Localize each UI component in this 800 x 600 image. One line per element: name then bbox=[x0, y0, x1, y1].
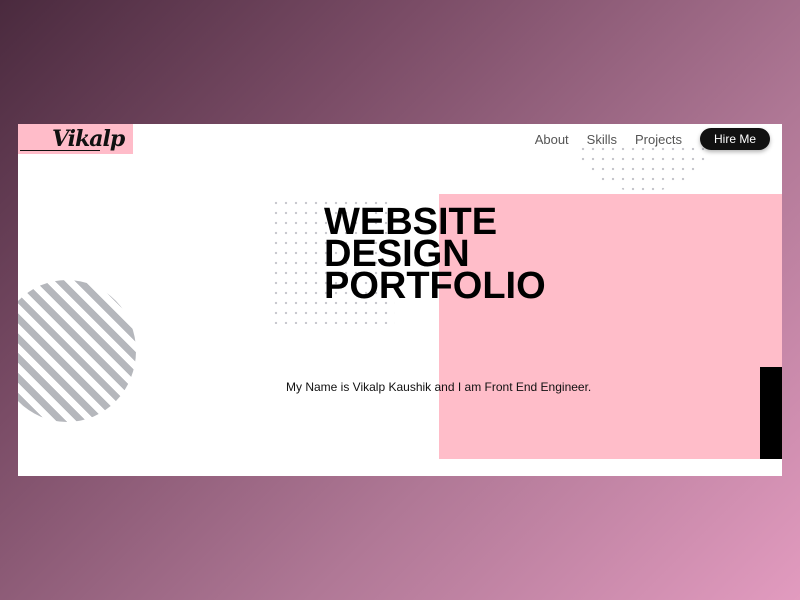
hero-tagline: My Name is Vikalp Kaushik and I am Front… bbox=[286, 380, 592, 394]
logo-underline bbox=[20, 150, 100, 151]
logo[interactable]: Vikalp bbox=[18, 124, 133, 154]
headline-line-3: PORTFOLIO bbox=[324, 265, 546, 307]
black-bar-decoration bbox=[760, 367, 782, 459]
nav-link-skills[interactable]: Skills bbox=[587, 132, 617, 147]
main-nav: About Skills Projects Hire Me bbox=[535, 127, 770, 151]
hire-me-button[interactable]: Hire Me bbox=[699, 128, 770, 150]
nav-link-about[interactable]: About bbox=[535, 132, 569, 147]
striped-circle-decoration bbox=[18, 280, 136, 422]
logo-text: Vikalp bbox=[52, 126, 125, 152]
hero-headline: WEBSITE DESIGN PORTFOLIO bbox=[324, 203, 546, 307]
portfolio-page: Vikalp About Skills Projects Hire Me WEB… bbox=[18, 124, 782, 476]
nav-link-projects[interactable]: Projects bbox=[635, 132, 682, 147]
dot-pattern-top bbox=[578, 144, 708, 192]
